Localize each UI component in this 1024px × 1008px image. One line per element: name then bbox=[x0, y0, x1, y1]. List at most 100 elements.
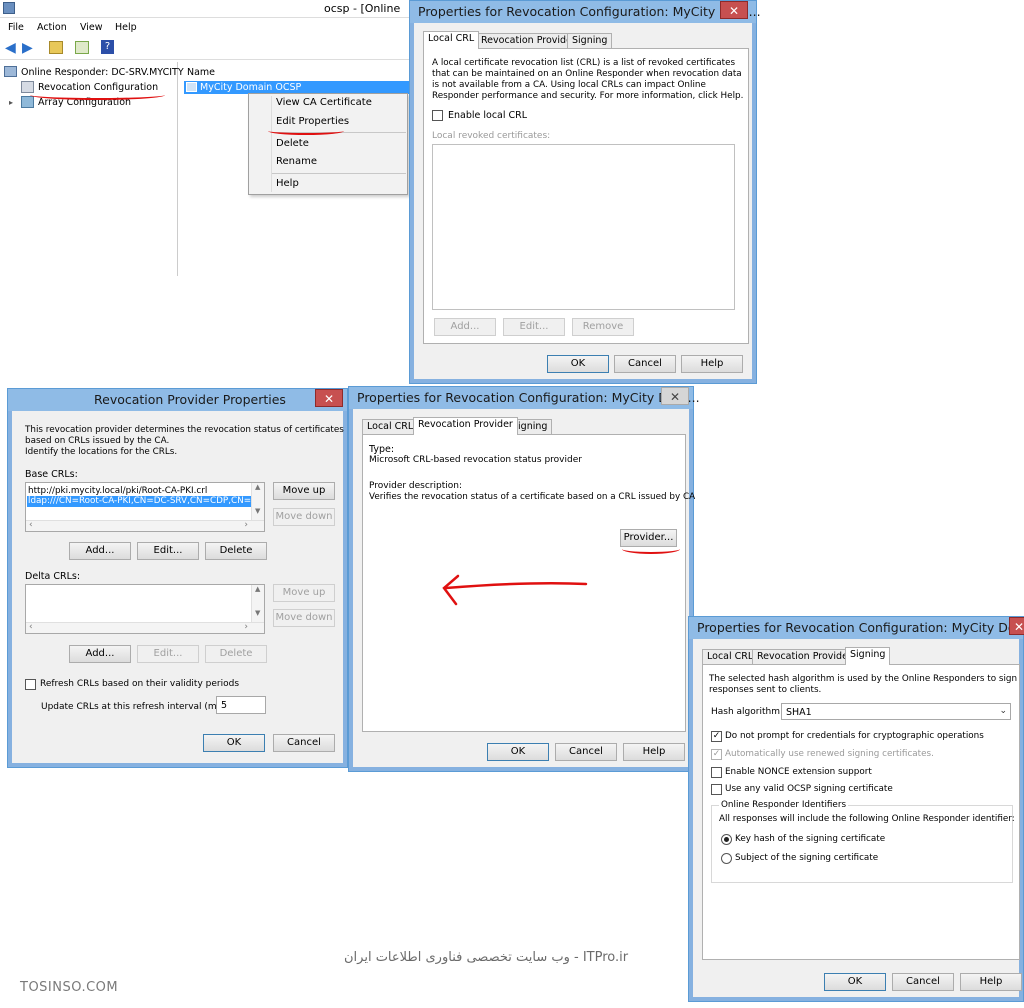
base-add-button[interactable]: Add... bbox=[69, 542, 131, 560]
hash-algorithm-select[interactable]: SHA1 ⌄ bbox=[781, 703, 1011, 720]
any-valid-ocsp-checkbox[interactable] bbox=[711, 784, 722, 795]
local-crl-desc-line3: is not available from a CA. Using local … bbox=[432, 80, 706, 90]
hash-algorithm-label: Hash algorithm: bbox=[711, 707, 784, 717]
base-delete-button[interactable]: Delete bbox=[205, 542, 267, 560]
remove-button[interactable]: Remove bbox=[572, 318, 634, 336]
base-move-up-button[interactable]: Move up bbox=[273, 482, 335, 500]
scroll-up-icon[interactable]: ▲ bbox=[255, 483, 260, 491]
ok-button[interactable]: OK bbox=[487, 743, 549, 761]
tree-root[interactable]: Online Responder: DC-SRV.MYCITY bbox=[21, 67, 184, 78]
menu-item-edit-properties[interactable]: Edit Properties bbox=[276, 116, 349, 127]
delta-move-up-button[interactable]: Move up bbox=[273, 584, 335, 602]
tab-local-crl[interactable]: Local CRL bbox=[702, 649, 759, 664]
tab-revocation-provider[interactable]: Revocation Provider bbox=[752, 649, 857, 664]
base-crls-list[interactable]: http://pki.mycity.local/pki/Root-CA-PKI.… bbox=[25, 482, 265, 532]
cancel-button[interactable]: Cancel bbox=[555, 743, 617, 761]
dialog-provider-body: This revocation provider determines the … bbox=[13, 411, 344, 762]
column-header-name[interactable]: Name bbox=[187, 67, 215, 78]
menu-action[interactable]: Action bbox=[37, 22, 67, 33]
base-move-down-button[interactable]: Move down bbox=[273, 508, 335, 526]
delta-crls-hscroll[interactable]: ‹ › bbox=[26, 622, 264, 633]
close-icon[interactable]: ✕ bbox=[661, 387, 689, 405]
close-icon[interactable]: ✕ bbox=[315, 389, 343, 407]
export-list-icon[interactable] bbox=[75, 41, 89, 54]
scroll-left-icon[interactable]: ‹ bbox=[29, 520, 33, 530]
key-hash-radio[interactable] bbox=[721, 834, 732, 845]
ok-button[interactable]: OK bbox=[203, 734, 265, 752]
help-icon[interactable]: ? bbox=[101, 40, 114, 54]
provider-desc-line3: Identify the locations for the CRLs. bbox=[25, 447, 178, 457]
close-icon[interactable]: ✕ bbox=[720, 1, 748, 19]
tab-revocation-provider[interactable]: Revocation Provider bbox=[413, 417, 518, 435]
local-crl-panel: A local certificate revocation list (CRL… bbox=[423, 48, 749, 344]
subject-radio[interactable] bbox=[721, 853, 732, 864]
scroll-up-icon[interactable]: ▲ bbox=[255, 585, 260, 593]
base-edit-button[interactable]: Edit... bbox=[137, 542, 199, 560]
delta-move-down-button[interactable]: Move down bbox=[273, 609, 335, 627]
forward-icon[interactable]: ▶ bbox=[22, 41, 33, 55]
delta-crls-vscroll[interactable]: ▲ ▼ bbox=[251, 585, 264, 622]
no-prompt-credentials-label: Do not prompt for credentials for crypto… bbox=[725, 731, 984, 741]
tab-revocation-provider[interactable]: Revocation Provider bbox=[476, 33, 581, 48]
watermark-site: TOSINSO.COM bbox=[20, 980, 119, 995]
local-revoked-certs-list[interactable] bbox=[432, 144, 735, 310]
back-icon[interactable]: ◀ bbox=[5, 41, 16, 55]
revocation-config-icon bbox=[21, 81, 34, 93]
menu-help[interactable]: Help bbox=[115, 22, 137, 33]
tab-local-crl[interactable]: Local CRL bbox=[362, 419, 419, 434]
enable-local-crl-checkbox[interactable] bbox=[432, 110, 443, 121]
base-crls-vscroll[interactable]: ▲ ▼ bbox=[251, 483, 264, 520]
local-crl-desc-line4: Responder performance and security. For … bbox=[432, 91, 744, 101]
local-revoked-certs-label: Local revoked certificates: bbox=[432, 131, 551, 141]
expand-icon[interactable]: ▸ bbox=[9, 98, 13, 107]
no-prompt-credentials-checkbox[interactable] bbox=[711, 731, 722, 742]
auto-renew-signing-checkbox[interactable] bbox=[711, 749, 722, 760]
scroll-right-icon[interactable]: › bbox=[244, 520, 248, 530]
help-button[interactable]: Help bbox=[623, 743, 685, 761]
tab-signing[interactable]: Signing bbox=[845, 647, 891, 665]
scroll-right-icon[interactable]: › bbox=[244, 622, 248, 632]
cancel-button[interactable]: Cancel bbox=[273, 734, 335, 752]
tab-signing[interactable]: Signing bbox=[567, 33, 613, 48]
signing-desc-line2: responses sent to clients. bbox=[709, 685, 822, 695]
scroll-down-icon[interactable]: ▼ bbox=[255, 507, 260, 515]
menu-file[interactable]: File bbox=[8, 22, 24, 33]
cancel-button[interactable]: Cancel bbox=[892, 973, 954, 991]
refresh-crls-checkbox[interactable] bbox=[25, 679, 36, 690]
provider-desc-line2: based on CRLs issued by the CA. bbox=[25, 436, 170, 446]
menu-view[interactable]: View bbox=[80, 22, 103, 33]
edit-button[interactable]: Edit... bbox=[503, 318, 565, 336]
ok-button[interactable]: OK bbox=[547, 355, 609, 373]
app-icon bbox=[3, 2, 15, 14]
base-crl-ldap-row[interactable]: ldap:///CN=Root-CA-PKI,CN=DC-SRV,CN=CDP,… bbox=[27, 496, 251, 507]
menu-item-view-ca-certificate[interactable]: View CA Certificate bbox=[276, 97, 372, 108]
scroll-down-icon[interactable]: ▼ bbox=[255, 609, 260, 617]
signing-desc-line1: The selected hash algorithm is used by t… bbox=[709, 674, 1018, 684]
dialog-signing: Properties for Revocation Configuration:… bbox=[688, 616, 1024, 1002]
help-button[interactable]: Help bbox=[960, 973, 1022, 991]
close-icon[interactable]: ✕ bbox=[1009, 617, 1024, 635]
scroll-left-icon[interactable]: ‹ bbox=[29, 622, 33, 632]
menu-item-delete[interactable]: Delete bbox=[276, 138, 309, 149]
mmc-title: ocsp - [Online bbox=[324, 2, 401, 15]
cancel-button[interactable]: Cancel bbox=[614, 355, 676, 373]
refresh-interval-input[interactable]: 5 bbox=[216, 696, 266, 714]
tab-local-crl[interactable]: Local CRL bbox=[423, 31, 480, 49]
help-button[interactable]: Help bbox=[681, 355, 743, 373]
menu-item-rename[interactable]: Rename bbox=[276, 156, 317, 167]
dialog-provider-title: Revocation Provider Properties bbox=[94, 392, 286, 407]
add-button[interactable]: Add... bbox=[434, 318, 496, 336]
menu-item-help[interactable]: Help bbox=[276, 178, 299, 189]
ok-button[interactable]: OK bbox=[824, 973, 886, 991]
delta-add-button[interactable]: Add... bbox=[69, 645, 131, 663]
delta-delete-button[interactable]: Delete bbox=[205, 645, 267, 663]
delta-crls-list[interactable]: ▲ ▼ ‹ › bbox=[25, 584, 265, 634]
nonce-extension-checkbox[interactable] bbox=[711, 767, 722, 778]
annotation-underline-edit-properties bbox=[268, 127, 344, 135]
base-crls-hscroll[interactable]: ‹ › bbox=[26, 520, 264, 531]
dialog-local-crl-titlebar: Properties for Revocation Configuration:… bbox=[410, 1, 761, 23]
dialog-local-crl-body: Local CRL Revocation Provider Signing A … bbox=[415, 23, 751, 378]
up-folder-icon[interactable] bbox=[49, 41, 63, 54]
delta-edit-button[interactable]: Edit... bbox=[137, 645, 199, 663]
dialog-provider-properties: Revocation Provider Properties ✕ This re… bbox=[7, 388, 348, 768]
